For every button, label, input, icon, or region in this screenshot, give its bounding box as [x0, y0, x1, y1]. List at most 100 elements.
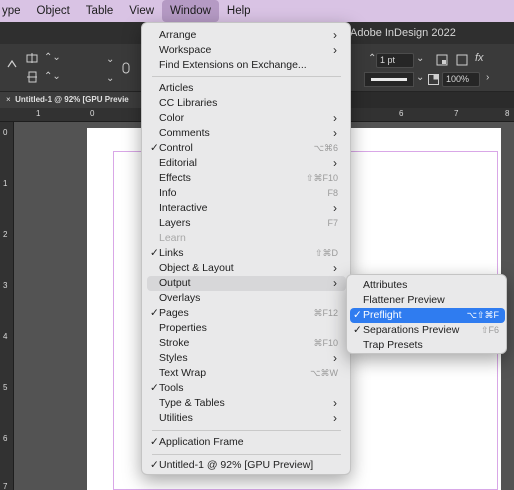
menu-item-label: Output: [159, 277, 191, 289]
menu-item-shortcut: ⇧⌘D: [314, 248, 338, 258]
submenu-item-flattener-preview[interactable]: Flattener Preview: [350, 293, 505, 308]
menu-item-utilities[interactable]: Utilities ›: [147, 411, 346, 426]
stroke-type-swatch[interactable]: [364, 72, 414, 87]
menu-item-label: Utilities: [159, 412, 193, 424]
menu-item-styles[interactable]: Styles ›: [147, 351, 346, 366]
stroke-weight-field[interactable]: 1 pt: [376, 53, 414, 68]
menu-item-label: Learn: [159, 232, 186, 244]
menu-item-pages[interactable]: ✓ Pages ⌘F12: [147, 306, 346, 321]
close-icon[interactable]: ×: [6, 95, 11, 104]
menu-item-label: Workspace: [159, 44, 212, 56]
flip-horizontal-icon[interactable]: [26, 52, 38, 64]
menu-item-type-tables[interactable]: Type & Tables ›: [147, 396, 346, 411]
ruler-label: 7: [454, 109, 459, 118]
stepper-arrows-icon[interactable]: ⌃⌄: [44, 71, 61, 82]
menu-item-control[interactable]: ✓ Control ⌥⌘6: [147, 141, 346, 156]
menu-item-object-layout[interactable]: Object & Layout ›: [147, 261, 346, 276]
macos-menu-bar: ype Object Table View Window Help: [0, 0, 514, 22]
chevron-down-icon[interactable]: ⌄: [416, 53, 424, 64]
output-submenu: Attributes Flattener Preview ✓ Preflight…: [346, 274, 507, 354]
opacity-field[interactable]: 100%: [442, 72, 480, 87]
ruler-label: 1: [3, 179, 8, 188]
checkmark-icon: ✓: [150, 436, 159, 448]
window-menu: Arrange › Workspace › Find Extensions on…: [141, 22, 351, 475]
chevron-down-icon[interactable]: ⌄: [106, 54, 114, 65]
menu-item-output[interactable]: Output ›: [147, 276, 346, 291]
rotate-icon[interactable]: [6, 58, 18, 70]
menu-item-label: Interactive: [159, 202, 208, 214]
menu-item-label: Layers: [159, 217, 191, 229]
menu-item-application-frame[interactable]: ✓ Application Frame: [147, 435, 346, 450]
submenu-item-label: Attributes: [363, 279, 408, 291]
menu-item-cc-libraries[interactable]: CC Libraries: [147, 96, 346, 111]
menu-item-label: Object & Layout: [159, 262, 234, 274]
menu-window[interactable]: Window: [162, 0, 219, 22]
submenu-item-trap-presets[interactable]: Trap Presets: [350, 338, 505, 353]
submenu-item-label: Preflight: [363, 309, 402, 321]
menu-item-properties[interactable]: Properties: [147, 321, 346, 336]
chevron-right-icon: ›: [333, 276, 337, 290]
ruler-label: 6: [3, 434, 8, 443]
menu-item-editorial[interactable]: Editorial ›: [147, 156, 346, 171]
menu-item-document-window[interactable]: ✓ Untitled-1 @ 92% [GPU Preview]: [147, 458, 346, 473]
chevron-down-icon[interactable]: ⌄: [106, 73, 114, 84]
submenu-item-label: Flattener Preview: [363, 294, 445, 306]
submenu-item-separations-preview[interactable]: ✓ Separations Preview ⇧F6: [350, 323, 505, 338]
menu-item-text-wrap[interactable]: Text Wrap ⌥⌘W: [147, 366, 346, 381]
menu-item-links[interactable]: ✓ Links ⇧⌘D: [147, 246, 346, 261]
menu-item-articles[interactable]: Articles: [147, 81, 346, 96]
ruler-label: 2: [3, 230, 8, 239]
submenu-item-preflight[interactable]: ✓ Preflight ⌥⇧⌘F: [350, 308, 505, 323]
menu-item-color[interactable]: Color ›: [147, 111, 346, 126]
menu-item-arrange[interactable]: Arrange ›: [147, 28, 346, 43]
frame-icon[interactable]: [456, 54, 468, 66]
ruler-label: 7: [3, 482, 8, 490]
chevron-right-icon: ›: [333, 156, 337, 170]
menu-item-interactive[interactable]: Interactive ›: [147, 201, 346, 216]
fx-icon[interactable]: fx: [475, 52, 484, 64]
menu-item-info[interactable]: Info F8: [147, 186, 346, 201]
submenu-item-shortcut: ⌥⇧⌘F: [466, 310, 499, 320]
frame-fitting-icon[interactable]: [436, 54, 448, 66]
menu-item-shortcut: F7: [327, 218, 338, 228]
menu-item-layers[interactable]: Layers F7: [147, 216, 346, 231]
flip-vertical-icon[interactable]: [26, 71, 38, 83]
menu-object[interactable]: Object: [29, 0, 78, 22]
vertical-ruler[interactable]: 0 1 2 3 4 5 6 7: [0, 122, 14, 490]
chevron-right-icon: ›: [333, 126, 337, 140]
menu-item-shortcut: ⌘F10: [313, 338, 338, 348]
document-tab[interactable]: × Untitled-1 @ 92% [GPU Previe: [0, 92, 145, 108]
menu-item-label: Pages: [159, 307, 189, 319]
menu-item-label: Text Wrap: [159, 367, 207, 379]
menu-view[interactable]: View: [121, 0, 162, 22]
menu-item-label: Application Frame: [159, 436, 244, 448]
submenu-item-attributes[interactable]: Attributes: [350, 278, 505, 293]
ruler-label: 4: [3, 332, 8, 341]
ruler-label: 1: [36, 109, 41, 118]
constrain-proportions-icon[interactable]: [121, 62, 131, 74]
menu-item-label: Styles: [159, 352, 188, 364]
menu-table[interactable]: Table: [78, 0, 122, 22]
stepper-arrows-icon[interactable]: ⌃⌄: [44, 52, 61, 63]
checkmark-icon: ✓: [150, 307, 159, 319]
menu-item-label: Find Extensions on Exchange...: [159, 59, 307, 71]
menu-item-label: Color: [159, 112, 185, 124]
menu-item-stroke[interactable]: Stroke ⌘F10: [147, 336, 346, 351]
menu-item-label: Stroke: [159, 337, 190, 349]
menu-item-find-extensions[interactable]: Find Extensions on Exchange...: [147, 58, 346, 73]
menu-item-tools[interactable]: ✓ Tools: [147, 381, 346, 396]
chevron-down-icon[interactable]: ⌄: [416, 72, 424, 83]
menu-help[interactable]: Help: [219, 0, 259, 22]
chevron-right-icon: ›: [333, 111, 337, 125]
menu-item-comments[interactable]: Comments ›: [147, 126, 346, 141]
chevron-right-icon: ›: [333, 28, 337, 42]
chevron-right-icon[interactable]: ›: [486, 72, 489, 83]
menu-type[interactable]: ype: [0, 0, 29, 22]
menu-item-workspace[interactable]: Workspace ›: [147, 43, 346, 58]
menu-item-shortcut: F8: [327, 188, 338, 198]
menu-item-label: Arrange: [159, 29, 197, 41]
menu-item-label: Info: [159, 187, 177, 199]
menu-item-overlays[interactable]: Overlays: [147, 291, 346, 306]
menu-item-label: CC Libraries: [159, 97, 218, 109]
menu-item-effects[interactable]: Effects ⇧⌘F10: [147, 171, 346, 186]
